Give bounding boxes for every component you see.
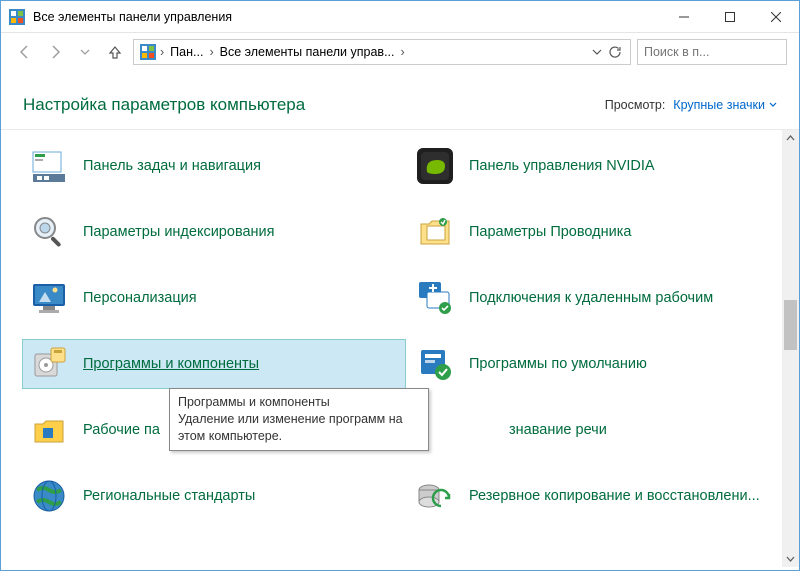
- item-label: Подключения к удаленным рабочим: [469, 289, 713, 307]
- backup-icon: [415, 476, 455, 516]
- folder-options-icon: [415, 212, 455, 252]
- recent-dropdown[interactable]: [73, 40, 97, 64]
- view-by-label: Просмотр:: [605, 98, 666, 112]
- item-programs-features[interactable]: Программы и компоненты: [23, 340, 405, 388]
- address-bar[interactable]: › Пан... › Все элементы панели управ... …: [133, 39, 631, 65]
- work-folders-icon: [29, 410, 69, 450]
- titlebar: Все элементы панели управления: [1, 1, 799, 33]
- item-nvidia[interactable]: Панель управления NVIDIA: [409, 142, 791, 190]
- chevron-right-icon[interactable]: ›: [401, 45, 405, 59]
- item-label: Программы по умолчанию: [469, 355, 647, 373]
- breadcrumb-segment[interactable]: Все элементы панели управ...: [216, 45, 399, 59]
- scroll-thumb[interactable]: [784, 300, 797, 350]
- scroll-up-icon[interactable]: [782, 130, 799, 147]
- personalization-icon: [29, 278, 69, 318]
- breadcrumb-segment[interactable]: Пан...: [166, 45, 207, 59]
- item-taskbar-navigation[interactable]: Панель задач и навигация: [23, 142, 405, 190]
- view-by-dropdown[interactable]: Крупные значки: [673, 98, 777, 112]
- indexing-icon: [29, 212, 69, 252]
- item-label: Панель управления NVIDIA: [469, 157, 655, 175]
- tooltip-title: Программы и компоненты: [178, 394, 420, 411]
- maximize-button[interactable]: [707, 1, 753, 33]
- chevron-down-icon: [769, 101, 777, 109]
- region-icon: [29, 476, 69, 516]
- header: Настройка параметров компьютера Просмотр…: [1, 71, 799, 129]
- main-panel: Панель задач и навигация Панель управлен…: [1, 129, 799, 567]
- item-remote-desktop[interactable]: Подключения к удаленным рабочим: [409, 274, 791, 322]
- vertical-scrollbar[interactable]: [782, 130, 799, 567]
- page-title: Настройка параметров компьютера: [23, 95, 605, 115]
- forward-button[interactable]: [43, 40, 67, 64]
- close-button[interactable]: [753, 1, 799, 33]
- dropdown-icon[interactable]: [592, 47, 602, 57]
- minimize-button[interactable]: [661, 1, 707, 33]
- nav-row: › Пан... › Все элементы панели управ... …: [1, 33, 799, 71]
- tooltip-body: Удаление или изменение программ на этом …: [178, 411, 420, 445]
- control-panel-icon: [9, 9, 25, 25]
- control-panel-icon: [140, 44, 156, 60]
- window-controls: [661, 1, 799, 32]
- item-region[interactable]: Региональные стандарты: [23, 472, 405, 520]
- items-grid: Панель задач и навигация Панель управлен…: [1, 130, 799, 532]
- up-button[interactable]: [103, 40, 127, 64]
- refresh-icon[interactable]: [608, 45, 622, 59]
- view-by-value: Крупные значки: [673, 98, 765, 112]
- item-label: Параметры индексирования: [83, 223, 275, 241]
- item-label: Рабочие па: [83, 421, 160, 439]
- scroll-down-icon[interactable]: [782, 550, 799, 567]
- view-by: Просмотр: Крупные значки: [605, 98, 777, 112]
- item-label: Параметры Проводника: [469, 223, 631, 241]
- window-title: Все элементы панели управления: [33, 10, 661, 24]
- item-default-programs[interactable]: Программы по умолчанию: [409, 340, 791, 388]
- item-personalization[interactable]: Персонализация: [23, 274, 405, 322]
- programs-icon: [29, 344, 69, 384]
- remote-desktop-icon: [415, 278, 455, 318]
- chevron-right-icon[interactable]: ›: [160, 45, 164, 59]
- search-input[interactable]: [637, 39, 787, 65]
- item-explorer-options[interactable]: Параметры Проводника: [409, 208, 791, 256]
- tooltip: Программы и компоненты Удаление или изме…: [169, 388, 429, 451]
- item-label: Резервное копирование и восстановлени...: [469, 487, 760, 505]
- item-label: Панель задач и навигация: [83, 157, 261, 175]
- chevron-right-icon[interactable]: ›: [209, 45, 213, 59]
- nvidia-icon: [415, 146, 455, 186]
- item-speech-recognition[interactable]: знавание речи: [409, 406, 791, 454]
- item-label: Программы и компоненты: [83, 355, 259, 373]
- item-backup-restore[interactable]: Резервное копирование и восстановлени...: [409, 472, 791, 520]
- item-label: Региональные стандарты: [83, 487, 255, 505]
- back-button[interactable]: [13, 40, 37, 64]
- item-indexing[interactable]: Параметры индексирования: [23, 208, 405, 256]
- item-label: знавание речи: [509, 421, 607, 439]
- taskbar-icon: [29, 146, 69, 186]
- item-label: Персонализация: [83, 289, 197, 307]
- default-programs-icon: [415, 344, 455, 384]
